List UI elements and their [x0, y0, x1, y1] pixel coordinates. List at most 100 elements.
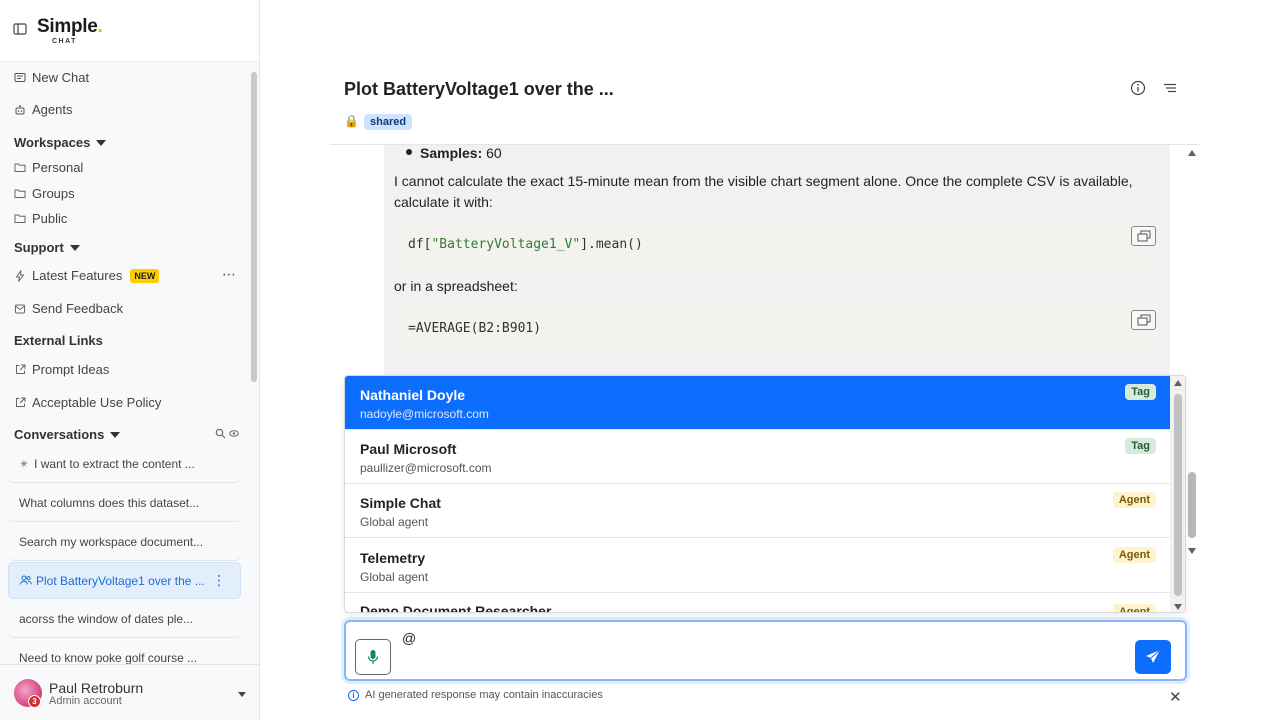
search-icon[interactable] [215, 428, 226, 439]
conversation-item[interactable]: ✴ I want to extract the content ... [8, 446, 241, 483]
sidebar-header: Simple. CHAT [0, 0, 259, 62]
conversations-header: Conversations [14, 427, 105, 442]
workspace-label: Groups [32, 186, 75, 201]
scroll-up-arrow[interactable] [1174, 380, 1182, 386]
new-badge: NEW [130, 268, 160, 283]
scroll-up-arrow[interactable] [1188, 150, 1196, 156]
disclaimer-text: AI generated response may contain inaccu… [365, 689, 603, 701]
user-profile[interactable]: 3 Paul Retroburn Admin account [0, 664, 259, 720]
shared-badge: shared [364, 114, 413, 130]
conversation-title: Search my workspace document... [19, 535, 204, 549]
scroll-down-arrow[interactable] [1188, 548, 1196, 554]
message-input[interactable]: @ [344, 620, 1187, 681]
bolt-icon [14, 269, 26, 282]
workspace-personal[interactable]: Personal [14, 160, 83, 175]
chevron-down-icon [96, 139, 107, 146]
close-icon[interactable]: ✕ [1169, 688, 1182, 706]
dropdown-scrollbar[interactable] [1170, 376, 1185, 612]
ai-disclaimer: i AI generated response may contain inac… [348, 689, 603, 701]
new-chat-link[interactable]: New Chat [14, 70, 89, 85]
info-icon[interactable] [1130, 80, 1146, 96]
scrollbar-thumb[interactable] [1174, 394, 1182, 596]
chevron-down-icon [110, 431, 121, 438]
conversation-title: Plot BatteryVoltage1 over the ... [36, 573, 205, 588]
external-link-icon [14, 364, 26, 376]
mention-option[interactable]: Nathaniel Doyle nadoyle@microsoft.com Ta… [345, 376, 1170, 430]
message-paragraph: or in a spreadsheet: [394, 278, 518, 294]
conversation-item[interactable]: Search my workspace document... [8, 524, 241, 561]
samples-label: Samples: [420, 145, 483, 161]
mention-option[interactable]: Simple Chat Global agent Agent [345, 484, 1170, 538]
conversation-item-active[interactable]: Plot BatteryVoltage1 over the ... ⋮ [8, 562, 241, 599]
mic-icon [367, 650, 379, 664]
message-input-value: @ [402, 630, 417, 646]
conversation-item[interactable]: Need to know poke golf course ... [8, 640, 241, 664]
code-text: df[ [408, 236, 432, 252]
mention-name: Simple Chat [360, 495, 441, 511]
prompt-ideas-link[interactable]: Prompt Ideas [14, 362, 109, 377]
folder-icon [14, 162, 26, 174]
conversation-title: What columns does this dataset... [19, 496, 200, 510]
workspaces-section-toggle[interactable]: Workspaces [14, 135, 107, 150]
sidebar-scrollbar[interactable] [250, 62, 258, 386]
mention-name: Telemetry [360, 550, 426, 566]
folder-icon [14, 213, 26, 225]
samples-bullet: Samples: 60 [406, 145, 502, 161]
eye-icon[interactable] [229, 429, 239, 438]
mention-name: Demo Document Researcher [360, 603, 552, 613]
app-logo[interactable]: Simple. CHAT [37, 17, 103, 45]
acceptable-use-link[interactable]: Acceptable Use Policy [14, 395, 161, 410]
people-icon [20, 574, 32, 588]
mention-option[interactable]: Demo Document Researcher Agent [345, 593, 1170, 613]
menu-icon[interactable] [1162, 80, 1178, 96]
mention-detail: Global agent [360, 515, 429, 529]
copy-code-button[interactable] [1131, 226, 1156, 246]
type-badge: Agent [1112, 492, 1156, 508]
agents-label: Agents [32, 102, 73, 117]
conversation-item[interactable]: What columns does this dataset... [8, 485, 241, 522]
mention-name: Paul Microsoft [360, 441, 457, 457]
copy-code-button[interactable] [1131, 310, 1156, 330]
type-badge: Tag [1125, 438, 1156, 454]
type-badge: Agent [1112, 604, 1156, 612]
user-role: Admin account [49, 695, 122, 707]
external-links-header: External Links [14, 333, 103, 348]
send-feedback-link[interactable]: Send Feedback [14, 301, 123, 316]
send-button[interactable] [1135, 640, 1171, 674]
workspace-label: Public [32, 211, 68, 226]
conversation-item[interactable]: acorss the window of dates ple... [8, 601, 241, 638]
code-text: =AVERAGE(B2:B901) [408, 320, 542, 336]
voice-input-button[interactable] [355, 639, 391, 675]
sidebar-toggle-icon[interactable] [13, 22, 27, 36]
chevron-down-icon[interactable] [238, 692, 246, 697]
type-badge: Agent [1112, 547, 1156, 563]
code-block: =AVERAGE(B2:B901) [394, 304, 1160, 352]
code-text: ].mean() [580, 236, 643, 252]
folder-icon [14, 188, 26, 200]
mention-option[interactable]: Telemetry Global agent Agent [345, 539, 1170, 593]
agent-icon [14, 104, 26, 116]
latest-features-link[interactable]: Latest Features NEW [14, 268, 160, 283]
lock-icon: 🔒 [344, 114, 359, 128]
workspace-public[interactable]: Public [14, 211, 67, 226]
copy-icon [1137, 314, 1150, 326]
scrollbar-thumb[interactable] [251, 72, 257, 382]
user-name: Paul Retroburn [49, 680, 144, 696]
new-chat-label: New Chat [32, 70, 90, 85]
feedback-icon [14, 303, 26, 315]
mention-detail: Global agent [360, 570, 429, 584]
more-options-icon[interactable]: ⋯ [222, 266, 237, 283]
mention-option[interactable]: Paul Microsoft paullizer@microsoft.com T… [345, 430, 1170, 484]
scroll-down-arrow[interactable] [1174, 604, 1182, 610]
agents-link[interactable]: Agents [14, 102, 72, 117]
workspace-label: Personal [32, 160, 84, 175]
conversations-section-toggle[interactable]: Conversations [14, 427, 121, 442]
workspace-groups[interactable]: Groups [14, 186, 75, 201]
acceptable-use-label: Acceptable Use Policy [32, 395, 162, 410]
conversation-title: acorss the window of dates ple... [19, 612, 194, 626]
conversation-menu-icon[interactable]: ⋮ [212, 573, 226, 587]
scrollbar-thumb[interactable] [1188, 472, 1196, 538]
info-icon: i [348, 689, 359, 701]
support-section-toggle[interactable]: Support [14, 240, 80, 255]
chat-scrollbar[interactable] [1186, 146, 1198, 556]
